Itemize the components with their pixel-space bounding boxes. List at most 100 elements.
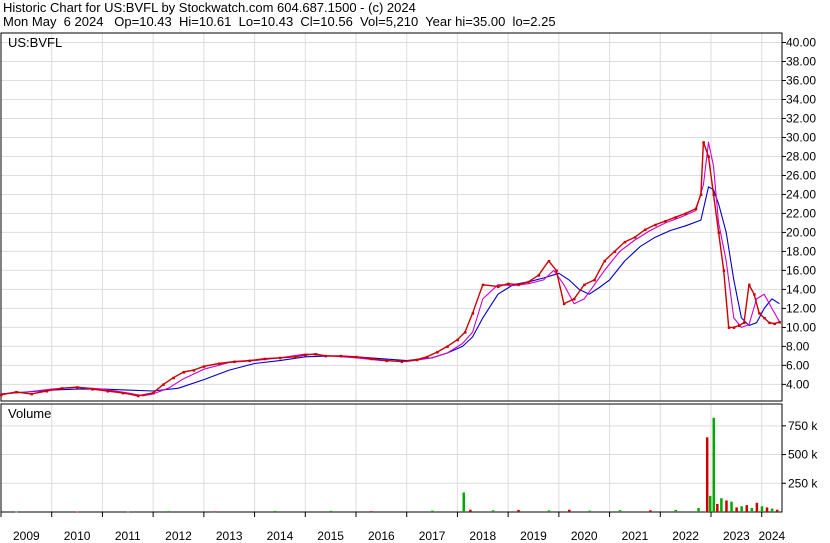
series-price [0, 141, 780, 397]
year-tick-label: 2014 [267, 529, 294, 543]
close-marker [339, 354, 343, 358]
year-tick-label: 2010 [64, 529, 91, 543]
close-marker [537, 274, 541, 277]
volume-bar [735, 507, 738, 512]
close-marker [497, 285, 500, 289]
price-panel-label: US:BVFL [8, 35, 62, 50]
volume-bar [740, 506, 743, 512]
volume-bar [126, 511, 130, 513]
volume-bar [431, 510, 434, 512]
volume-bar [213, 511, 216, 513]
volume-bar [329, 510, 333, 512]
price-tick-label: 32.00 [786, 111, 816, 125]
volume-tick-label: 250 k [788, 476, 818, 490]
volume-bar [517, 509, 520, 512]
close-marker [517, 283, 520, 287]
volume-bars [15, 417, 779, 513]
close-marker [664, 220, 667, 223]
close-marker [717, 231, 721, 234]
year-tick-label: 2021 [622, 529, 649, 543]
price-tick-label: 16.00 [786, 263, 816, 277]
price-tick-label: 14.00 [786, 282, 816, 296]
close-marker [684, 212, 688, 215]
historic-chart: US:BVFL Volume 4.00 6.00 8.00 10.00 12.00 14.… [0, 32, 818, 543]
close-marker [464, 331, 467, 334]
close-marker [753, 293, 756, 296]
volume-bar [725, 500, 728, 512]
close-marker [603, 259, 606, 263]
volume-bar [469, 509, 472, 512]
close-marker [324, 354, 328, 358]
close-marker [732, 326, 736, 329]
year-tick-label: 2023 [723, 529, 750, 543]
volume-bar [697, 507, 700, 512]
close-marker [45, 390, 49, 393]
close-marker [573, 297, 576, 301]
volume-bar [770, 508, 774, 512]
close-marker [674, 216, 677, 219]
year-axis: 2009 2010 2011 2012 2013 2014 2015 2016 2017 2018… [0, 512, 786, 543]
close-marker [400, 360, 404, 364]
volume-bar [730, 501, 733, 512]
year-tick-label: 2018 [469, 529, 496, 543]
close-marker [136, 394, 140, 398]
price-tick-label: 8.00 [786, 339, 810, 353]
close-marker [763, 316, 766, 320]
close-marker [555, 269, 558, 272]
year-tick-label: 2013 [216, 529, 243, 543]
year-tick-label: 2022 [672, 529, 699, 543]
volume-axis: 250 k 500 k 750 k [782, 419, 818, 490]
close-marker [426, 355, 429, 359]
close-marker [547, 259, 551, 263]
price-tick-label: 36.00 [786, 73, 816, 87]
close-marker [248, 359, 251, 363]
price-tick-label: 6.00 [786, 358, 810, 372]
close-marker [152, 391, 155, 395]
close-marker [304, 353, 307, 357]
close-marker [355, 355, 358, 359]
price-tick-label: 28.00 [786, 149, 816, 163]
volume-bar [775, 509, 779, 512]
close-marker [233, 360, 236, 364]
close-marker [60, 387, 64, 390]
year-tick-label: 2024 [759, 529, 786, 543]
year-tick-label: 2019 [520, 529, 547, 543]
volume-bar [716, 503, 719, 512]
close-marker [263, 357, 267, 361]
close-marker [583, 283, 586, 287]
price-series [0, 141, 780, 397]
price-tick-label: 18.00 [786, 244, 816, 258]
volume-bar [712, 417, 716, 512]
close-marker [294, 355, 297, 359]
close-marker [737, 324, 741, 328]
price-axis: 4.00 6.00 8.00 10.00 12.00 14.00 16.00 18.00 20.… [782, 35, 816, 391]
close-marker [91, 388, 94, 391]
close-marker [699, 193, 703, 196]
price-tick-label: 10.00 [786, 320, 816, 334]
volume-bar [765, 507, 769, 512]
price-panel-frame [0, 32, 783, 402]
close-marker [456, 338, 459, 342]
volume-grid [0, 404, 782, 512]
volume-bar [649, 510, 652, 512]
close-marker [758, 312, 761, 315]
price-tick-label: 20.00 [786, 225, 816, 239]
year-tick-label: 2015 [317, 529, 344, 543]
price-tick-label: 12.00 [786, 301, 816, 315]
volume-bar [750, 507, 754, 512]
price-tick-label: 26.00 [786, 168, 816, 182]
close-marker [644, 228, 647, 232]
volume-bar [15, 511, 18, 513]
year-tick-label: 2020 [571, 529, 598, 543]
close-marker [694, 207, 698, 211]
close-marker [562, 302, 566, 306]
volume-tick-label: 500 k [788, 448, 818, 462]
price-tick-label: 40.00 [786, 35, 816, 49]
close-marker [471, 312, 475, 315]
price-tick-label: 4.00 [786, 377, 810, 391]
year-tick-label: 2011 [115, 529, 141, 543]
close-marker [633, 236, 637, 239]
series-ma-long [0, 186, 780, 395]
close-marker [192, 369, 196, 372]
price-tick-label: 34.00 [786, 92, 816, 106]
